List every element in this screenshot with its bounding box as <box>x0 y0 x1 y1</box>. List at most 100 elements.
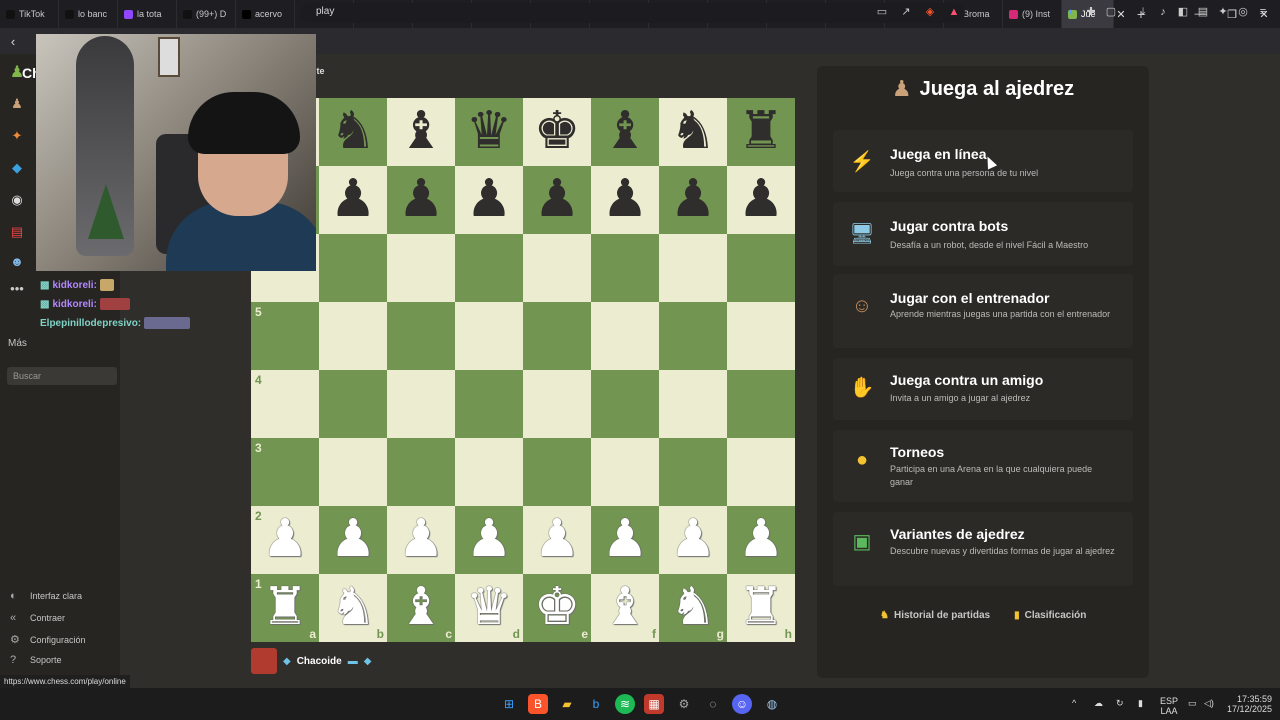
sync-icon[interactable]: ↻ <box>1116 698 1124 708</box>
history-link[interactable]: ♞ Historial de partidas <box>880 610 990 621</box>
board-square[interactable]: e ♚ <box>523 574 591 642</box>
white-piece[interactable]: ♝ <box>387 574 455 642</box>
board-square[interactable]: 3 <box>251 438 319 506</box>
board-square[interactable] <box>591 438 659 506</box>
app-icon[interactable]: ◌ <box>703 694 723 714</box>
vpn-icon[interactable]: ◎ <box>1236 4 1250 20</box>
bing-icon[interactable]: b <box>586 694 606 714</box>
board-square[interactable]: ♛ <box>455 98 523 166</box>
board-square[interactable] <box>387 302 455 370</box>
wallet-icon[interactable]: ▤ <box>1196 4 1210 20</box>
black-piece[interactable]: ♝ <box>387 98 455 166</box>
play-icon[interactable]: ♟ <box>8 96 26 112</box>
media-icon[interactable]: ♪ <box>1156 4 1170 20</box>
white-piece[interactable]: ♜ <box>727 574 795 642</box>
url-field[interactable] <box>300 3 965 23</box>
board-square[interactable] <box>727 370 795 438</box>
social-icon[interactable]: ☻ <box>8 254 26 270</box>
puzzles-icon[interactable]: ✦ <box>8 128 26 144</box>
settings-app-icon[interactable]: ⚙ <box>674 694 694 714</box>
board-square[interactable]: ♟ <box>591 166 659 234</box>
board-square[interactable] <box>727 302 795 370</box>
play-option[interactable]: ▣ Variantes de ajedrez Descubre nuevas y d… <box>833 512 1133 586</box>
settings-link[interactable]: ⚙ Configuración <box>10 633 86 646</box>
board-square[interactable] <box>523 234 591 302</box>
board-square[interactable]: ♟ <box>523 166 591 234</box>
board-square[interactable] <box>455 438 523 506</box>
search-input[interactable]: Buscar <box>7 367 117 385</box>
board-square[interactable]: ♟ <box>455 166 523 234</box>
screenshot-icon[interactable]: ▢ <box>1104 4 1118 20</box>
black-piece[interactable]: ♟ <box>659 166 727 234</box>
browser-tab[interactable]: acervo <box>236 0 295 28</box>
board-square[interactable] <box>727 234 795 302</box>
white-piece[interactable]: ♟ <box>455 506 523 574</box>
board-square[interactable]: ♟ <box>319 506 387 574</box>
play-option[interactable]: ✋ Juega contra un amigo Invita a un amigo … <box>833 358 1133 420</box>
board-square[interactable] <box>659 370 727 438</box>
white-piece[interactable]: ♚ <box>523 574 591 642</box>
board-square[interactable]: c ♝ <box>387 574 455 642</box>
white-piece[interactable]: ♟ <box>727 506 795 574</box>
collapse-button[interactable]: « Contraer <box>10 612 65 624</box>
news-icon[interactable]: ▤ <box>8 224 26 240</box>
clock[interactable]: 17:35:59 17/12/2025 <box>1222 694 1272 714</box>
white-piece[interactable]: ♟ <box>251 506 319 574</box>
board-square[interactable]: 1 a ♜ <box>251 574 319 642</box>
board-square[interactable]: ♟ <box>387 506 455 574</box>
board-square[interactable] <box>591 302 659 370</box>
white-piece[interactable]: ♝ <box>591 574 659 642</box>
browser-tab[interactable]: la tota <box>118 0 177 28</box>
board-square[interactable]: ♟ <box>659 506 727 574</box>
black-piece[interactable]: ♟ <box>591 166 659 234</box>
board-square[interactable] <box>659 302 727 370</box>
brave-shield-icon[interactable]: ◈ <box>922 4 938 20</box>
screen-cast-icon[interactable]: ▭ <box>874 4 890 20</box>
extensions-icon[interactable]: ✚ <box>1084 4 1098 20</box>
black-piece[interactable]: ♟ <box>387 166 455 234</box>
white-piece[interactable]: ♟ <box>591 506 659 574</box>
board-square[interactable] <box>387 438 455 506</box>
board-square[interactable]: ♞ <box>319 98 387 166</box>
board-square[interactable]: ♟ <box>727 506 795 574</box>
board-square[interactable] <box>319 302 387 370</box>
more-icon[interactable]: ••• <box>8 281 26 297</box>
board-square[interactable] <box>387 370 455 438</box>
board-square[interactable]: ♟ <box>591 506 659 574</box>
play-option[interactable]: 🖥 Jugar contra bots Desafía a un robot, de… <box>833 202 1133 266</box>
board-square[interactable] <box>319 234 387 302</box>
board-square[interactable]: ♝ <box>387 98 455 166</box>
player-avatar[interactable] <box>251 648 277 674</box>
chess-board[interactable]: 8♞♝♛♚♝♞♜7♟♟♟♟♟♟♟65432♟♟♟♟♟♟♟♟1a♜b♞c♝d♛e♚… <box>251 98 795 642</box>
board-square[interactable]: ♟ <box>727 166 795 234</box>
black-piece[interactable]: ♞ <box>319 98 387 166</box>
board-square[interactable]: ♜ <box>727 98 795 166</box>
board-square[interactable] <box>455 370 523 438</box>
white-piece[interactable]: ♟ <box>659 506 727 574</box>
obs-icon[interactable]: ▦ <box>644 694 664 714</box>
board-square[interactable]: ♟ <box>455 506 523 574</box>
board-square[interactable]: ♚ <box>523 98 591 166</box>
leaderboard-link[interactable]: ▮ Clasificación <box>1014 610 1086 621</box>
leo-ai-icon[interactable]: ✦ <box>1216 4 1230 20</box>
white-piece[interactable]: ♛ <box>455 574 523 642</box>
board-square[interactable]: ♟ <box>387 166 455 234</box>
board-square[interactable]: g ♞ <box>659 574 727 642</box>
volume-icon[interactable]: ◁) <box>1204 698 1214 708</box>
black-piece[interactable]: ♞ <box>659 98 727 166</box>
board-square[interactable] <box>455 302 523 370</box>
black-piece[interactable]: ♝ <box>591 98 659 166</box>
white-piece[interactable]: ♜ <box>251 574 319 642</box>
board-square[interactable]: 4 <box>251 370 319 438</box>
language-indicator[interactable]: ESP LAA <box>1160 696 1178 716</box>
watch-icon[interactable]: ◉ <box>8 192 26 208</box>
white-piece[interactable]: ♟ <box>523 506 591 574</box>
board-square[interactable]: f ♝ <box>591 574 659 642</box>
download-icon[interactable]: ⤓ <box>1136 4 1150 20</box>
board-square[interactable]: ♝ <box>591 98 659 166</box>
white-piece[interactable]: ♞ <box>659 574 727 642</box>
board-square[interactable] <box>523 438 591 506</box>
browser-tab[interactable]: (9) Inst <box>1003 0 1062 28</box>
more-label[interactable]: Más <box>8 338 27 349</box>
white-piece[interactable]: ♟ <box>319 506 387 574</box>
